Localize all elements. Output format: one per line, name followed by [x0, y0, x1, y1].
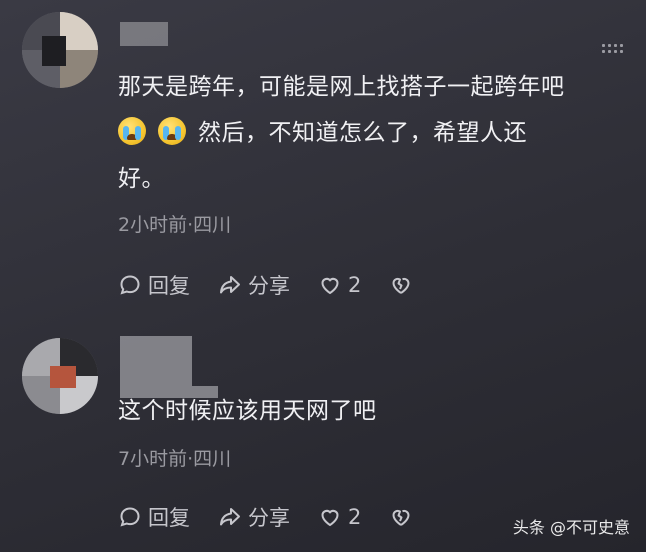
- share-button[interactable]: 分享: [218, 502, 290, 532]
- share-label: 分享: [248, 506, 290, 530]
- crying-face-icon: [118, 117, 146, 145]
- comment-item: 那天是跨年，可能是网上找搭子一起跨年吧 然后，不知道怎么了，希望人还 好。 2小…: [0, 0, 646, 320]
- avatar[interactable]: [22, 12, 98, 88]
- comment-text: 这个时候应该用天网了吧: [118, 388, 618, 434]
- username-redacted[interactable]: [120, 22, 168, 46]
- reply-icon: [120, 275, 140, 295]
- share-icon: [220, 276, 240, 294]
- watermark: 头条 @不可史意: [512, 518, 630, 537]
- reply-label: 回复: [148, 506, 190, 530]
- share-icon: [220, 508, 240, 526]
- comment-text-line: 然后，不知道怎么了，希望人还: [118, 110, 618, 156]
- reply-label: 回复: [148, 274, 190, 298]
- share-label: 分享: [248, 274, 290, 298]
- reply-icon: [120, 507, 140, 527]
- like-button[interactable]: 2: [318, 505, 361, 529]
- username-redacted[interactable]: [120, 336, 192, 386]
- comment-actions: 回复 分享 2: [118, 502, 447, 532]
- comment-text-line: 那天是跨年，可能是网上找搭子一起跨年吧: [118, 74, 565, 100]
- dislike-button[interactable]: [389, 273, 419, 297]
- avatar[interactable]: [22, 338, 98, 414]
- comment-actions: 回复 分享 2: [118, 270, 447, 300]
- heart-icon: [321, 509, 339, 527]
- heart-icon: [321, 277, 339, 295]
- dislike-button[interactable]: [389, 505, 419, 529]
- comment-text-line: 这个时候应该用天网了吧: [118, 398, 377, 424]
- comment-text-line: 好。: [118, 166, 165, 192]
- crying-face-icon: [158, 117, 186, 145]
- more-options-icon[interactable]: [602, 44, 626, 54]
- comment-meta: 7小时前·四川: [118, 448, 232, 470]
- share-button[interactable]: 分享: [218, 270, 290, 300]
- comment-text: 那天是跨年，可能是网上找搭子一起跨年吧 然后，不知道怎么了，希望人还 好。: [118, 64, 618, 202]
- broken-heart-icon: [392, 509, 410, 526]
- like-count: 2: [348, 273, 362, 297]
- comment-meta: 2小时前·四川: [118, 214, 232, 236]
- reply-button[interactable]: 回复: [118, 502, 190, 532]
- like-button[interactable]: 2: [318, 273, 361, 297]
- reply-button[interactable]: 回复: [118, 270, 190, 300]
- like-count: 2: [348, 505, 362, 529]
- broken-heart-icon: [392, 277, 410, 294]
